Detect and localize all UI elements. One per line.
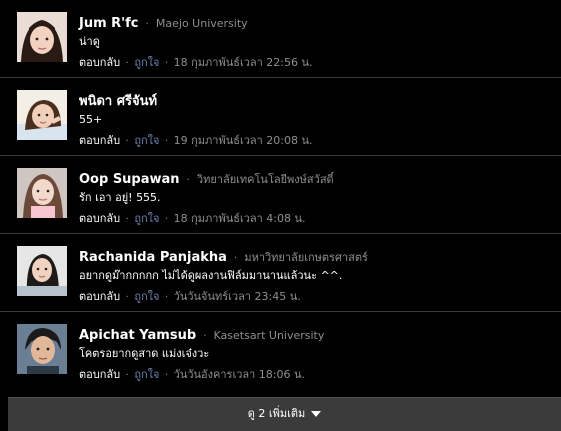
comment-item: Jum R'fc · Maejo University น่าดู ตอบกลั…	[0, 0, 561, 78]
comment-text: น่าดู	[79, 35, 100, 48]
comment-timestamp[interactable]: วันวันอังคารเวลา 18:06 น.	[174, 368, 305, 381]
avatar[interactable]	[17, 168, 67, 218]
comment-timestamp[interactable]: วันวันจันทร์เวลา 23:45 น.	[174, 290, 301, 303]
view-more-label: ดู 2 เพิ่มเติม	[247, 407, 306, 420]
separator-dot: ·	[203, 331, 207, 342]
separator-dot: ·	[125, 370, 129, 381]
separator-dot: ·	[164, 214, 169, 225]
separator-dot: ·	[164, 370, 169, 381]
comment-item: Apichat Yamsub · Kasetsart University โค…	[0, 312, 561, 390]
comment-item: พนิดา ศรีจันท์ 55+ ตอบกลับ · ถูกใจ · 19 …	[0, 78, 561, 156]
author-name[interactable]: Apichat Yamsub	[79, 328, 196, 343]
reply-link[interactable]: ตอบกลับ	[79, 290, 120, 303]
comment-timestamp[interactable]: 19 กุมภาพันธ์เวลา 20:08 น.	[174, 134, 313, 147]
reply-link[interactable]: ตอบกลับ	[79, 56, 120, 69]
view-more-button[interactable]: ดู 2 เพิ่มเติม	[8, 397, 561, 431]
like-link[interactable]: ถูกใจ	[134, 212, 159, 225]
comment-text: 55+	[79, 113, 103, 126]
separator-dot: ·	[145, 19, 149, 30]
separator-dot: ·	[186, 175, 190, 186]
avatar[interactable]	[17, 12, 67, 62]
author-name[interactable]: Jum R'fc	[79, 16, 139, 31]
reply-link[interactable]: ตอบกลับ	[79, 134, 120, 147]
comment-text: อยากดูม๊ากกกกก ไม่ได้ดูผลงานฟิล์มมานานแล…	[79, 269, 343, 282]
separator-dot: ·	[125, 58, 129, 69]
avatar[interactable]	[17, 324, 67, 374]
author-network: Kasetsart University	[213, 329, 325, 342]
reply-link[interactable]: ตอบกลับ	[79, 212, 120, 225]
comment-item: Rachanida Panjakha · มหาวิทยาลัยเกษตรศาส…	[0, 234, 561, 312]
comment-list: Jum R'fc · Maejo University น่าดู ตอบกลั…	[0, 0, 561, 431]
reply-link[interactable]: ตอบกลับ	[79, 368, 120, 381]
separator-dot: ·	[164, 136, 169, 147]
comment-timestamp[interactable]: 18 กุมภาพันธ์เวลา 22:56 น.	[174, 56, 313, 69]
separator-dot: ·	[125, 292, 129, 303]
author-name[interactable]: Rachanida Panjakha	[79, 250, 227, 265]
avatar[interactable]	[17, 246, 67, 296]
author-name[interactable]: พนิดา ศรีจันท์	[79, 94, 157, 109]
caret-down-icon	[311, 411, 322, 417]
separator-dot: ·	[125, 214, 129, 225]
separator-dot: ·	[125, 136, 129, 147]
separator-dot: ·	[164, 58, 169, 69]
author-network: มหาวิทยาลัยเกษตรศาสตร์	[244, 251, 368, 264]
comment-text: โคตรอยากดูสาด แม่งเจ๋งวะ	[79, 347, 210, 360]
comment-item: Oop Supawan · วิทยาลัยเทคโนโลยีพงษ์สวัสด…	[0, 156, 561, 234]
author-network: วิทยาลัยเทคโนโลยีพงษ์สวัสดิ์	[196, 173, 334, 186]
author-name[interactable]: Oop Supawan	[79, 172, 180, 187]
comment-timestamp[interactable]: 18 กุมภาพันธ์เวลา 4:08 น.	[174, 212, 306, 225]
like-link[interactable]: ถูกใจ	[134, 368, 159, 381]
like-link[interactable]: ถูกใจ	[134, 134, 159, 147]
separator-dot: ·	[234, 253, 238, 264]
author-network: Maejo University	[155, 17, 248, 30]
like-link[interactable]: ถูกใจ	[134, 290, 159, 303]
like-link[interactable]: ถูกใจ	[134, 56, 159, 69]
comment-text: รัก เอา อยู่! 555.	[79, 191, 161, 204]
avatar[interactable]	[17, 90, 67, 140]
separator-dot: ·	[164, 292, 169, 303]
